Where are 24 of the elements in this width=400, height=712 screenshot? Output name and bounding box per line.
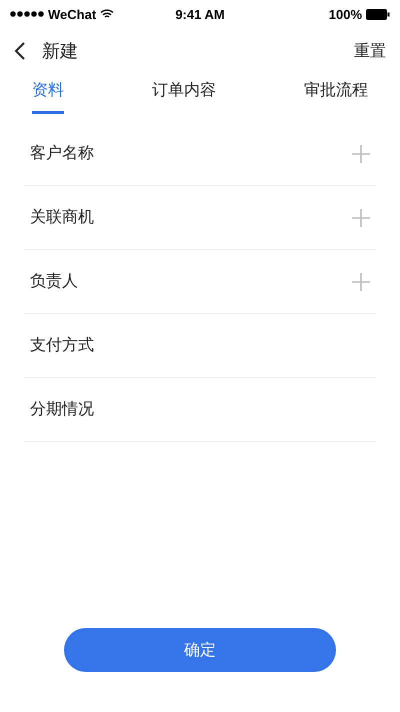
field-label: 关联商机 xyxy=(30,207,94,228)
page-title: 新建 xyxy=(42,40,79,63)
signal-icon xyxy=(10,11,44,17)
add-button[interactable] xyxy=(352,144,370,162)
add-button[interactable] xyxy=(352,272,370,290)
battery-percent: 100% xyxy=(328,6,362,22)
tab[interactable]: 资料 xyxy=(32,74,64,114)
battery-icon xyxy=(366,8,390,20)
field-label: 分期情况 xyxy=(30,399,94,420)
reset-button[interactable]: 重置 xyxy=(354,40,386,62)
status-time: 9:41 AM xyxy=(175,6,225,22)
tab[interactable]: 审批流程 xyxy=(304,74,368,114)
plus-icon xyxy=(352,208,370,226)
tab[interactable]: 订单内容 xyxy=(152,74,216,114)
field-label: 客户名称 xyxy=(30,143,94,164)
field-label: 支付方式 xyxy=(30,335,94,356)
carrier-name: WeChat xyxy=(48,6,96,22)
back-icon xyxy=(14,42,26,60)
plus-icon xyxy=(352,272,370,290)
field-label: 负责人 xyxy=(30,271,78,292)
confirm-button[interactable]: 确定 xyxy=(64,628,336,672)
add-button[interactable] xyxy=(352,208,370,226)
plus-icon xyxy=(352,144,370,162)
wifi-icon xyxy=(100,9,114,19)
